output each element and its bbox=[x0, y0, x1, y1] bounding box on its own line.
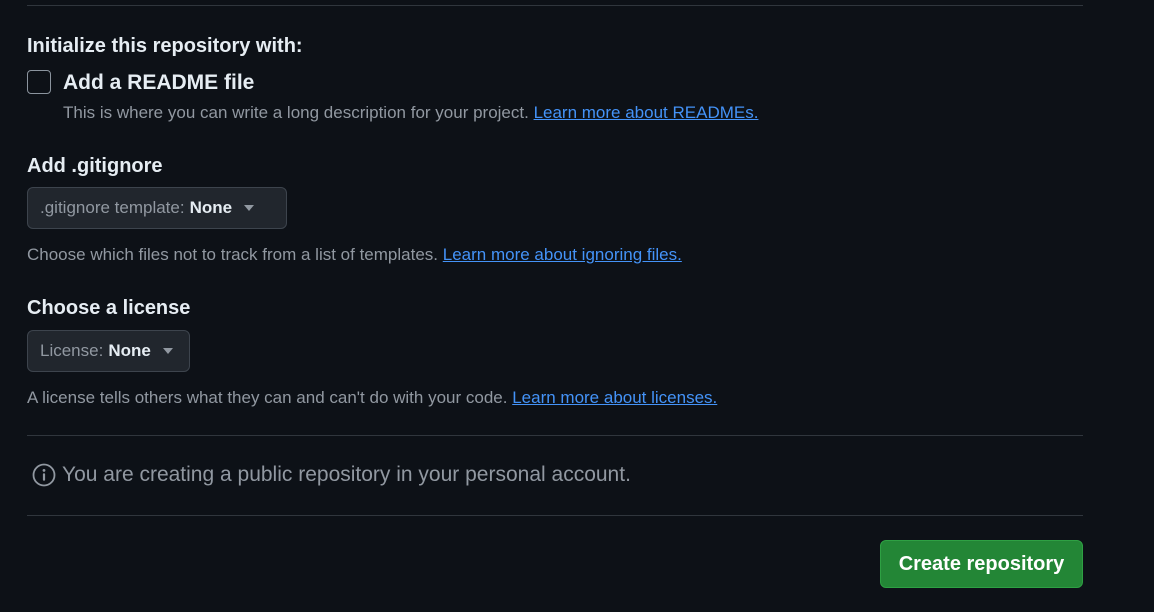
license-learn-more-link[interactable]: Learn more about licenses. bbox=[512, 388, 717, 407]
gitignore-description: Choose which files not to track from a l… bbox=[27, 245, 682, 265]
readme-checkbox[interactable] bbox=[27, 70, 51, 94]
readme-description: This is where you can write a long descr… bbox=[63, 103, 758, 123]
gitignore-learn-more-link[interactable]: Learn more about ignoring files. bbox=[443, 245, 682, 264]
info-icon bbox=[32, 463, 56, 487]
license-description-text: A license tells others what they can and… bbox=[27, 388, 508, 407]
readme-description-text: This is where you can write a long descr… bbox=[63, 103, 529, 122]
gitignore-select-value: None bbox=[189, 198, 233, 217]
license-description: A license tells others what they can and… bbox=[27, 388, 717, 408]
new-repository-form: Initialize this repository with: Add a R… bbox=[0, 0, 1154, 612]
gitignore-template-select[interactable]: .gitignore template: None bbox=[27, 187, 287, 229]
section-divider bbox=[27, 515, 1083, 516]
license-heading: Choose a license bbox=[27, 297, 191, 319]
create-repository-button[interactable]: Create repository bbox=[880, 540, 1083, 588]
section-divider bbox=[27, 435, 1083, 436]
gitignore-description-text: Choose which files not to track from a l… bbox=[27, 245, 439, 264]
readme-checkbox-label[interactable]: Add a README file bbox=[63, 71, 254, 95]
license-select-prefix: License: bbox=[40, 341, 104, 360]
license-select-value: None bbox=[108, 341, 151, 360]
visibility-notice: You are creating a public repository in … bbox=[32, 463, 631, 487]
initialize-heading: Initialize this repository with: bbox=[27, 35, 303, 57]
section-divider bbox=[27, 5, 1083, 6]
gitignore-heading: Add .gitignore bbox=[27, 155, 163, 177]
chevron-down-icon bbox=[244, 205, 255, 211]
readme-learn-more-link[interactable]: Learn more about READMEs. bbox=[534, 103, 759, 122]
license-select[interactable]: License: None bbox=[27, 330, 190, 372]
visibility-notice-text: You are creating a public repository in … bbox=[62, 463, 631, 486]
chevron-down-icon bbox=[162, 348, 173, 354]
gitignore-select-prefix: .gitignore template: bbox=[40, 198, 185, 217]
